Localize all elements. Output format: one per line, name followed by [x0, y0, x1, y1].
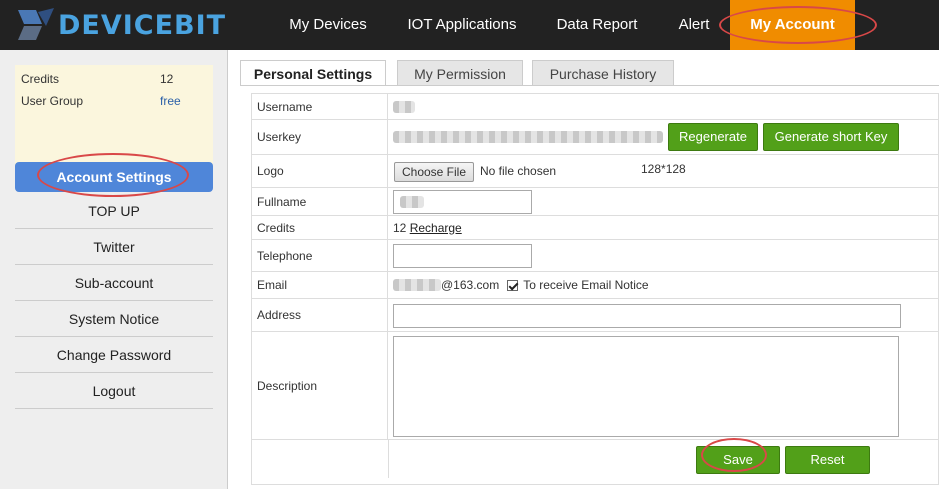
sidebar-item-sub-account[interactable]: Sub-account: [15, 265, 213, 301]
form-actions-row: Save Reset: [252, 440, 939, 478]
email-row: Email @163.com To receive Email Notice: [252, 272, 939, 299]
form-credits-number: 12: [393, 220, 407, 235]
description-row: Description: [252, 332, 939, 440]
tab-purchase-history[interactable]: Purchase History: [532, 60, 674, 86]
generate-short-key-button[interactable]: Generate short Key: [763, 123, 899, 151]
username-value: [393, 94, 415, 119]
logo-icon: [18, 8, 54, 40]
credits-value: 12: [160, 72, 174, 86]
form-credits-label: Credits: [252, 216, 388, 239]
userkey-value: [393, 120, 663, 154]
regenerate-button[interactable]: Regenerate: [668, 123, 758, 151]
userkey-label: Userkey: [252, 120, 388, 154]
fullname-input[interactable]: [393, 190, 532, 214]
annotation-circle-account-settings: [37, 153, 189, 197]
fullname-label: Fullname: [252, 188, 388, 215]
sidebar-item-top-up[interactable]: TOP UP: [15, 193, 213, 229]
user-group-value: free: [160, 94, 181, 108]
annotation-circle-save: [701, 438, 767, 472]
sidebar-item-system-notice[interactable]: System Notice: [15, 301, 213, 337]
nav-data-report[interactable]: Data Report: [546, 0, 648, 50]
email-notice-checkbox[interactable]: [507, 279, 519, 291]
sidebar: Credits 12 User Group free Menu Account …: [0, 50, 228, 489]
telephone-label: Telephone: [252, 240, 388, 271]
logo-label: Logo: [252, 155, 388, 187]
recharge-link[interactable]: Recharge: [410, 221, 462, 235]
credits-label: Credits: [21, 72, 60, 86]
choose-file-button[interactable]: Choose File: [394, 162, 474, 182]
nav-my-devices[interactable]: My Devices: [276, 0, 380, 50]
brand-logo[interactable]: DEVICEBIT: [16, 6, 236, 44]
description-label: Description: [252, 332, 388, 439]
email-label: Email: [252, 272, 388, 298]
username-label: Username: [252, 94, 388, 119]
address-row: Address: [252, 299, 939, 332]
reset-button[interactable]: Reset: [785, 446, 870, 474]
tab-divider: [240, 85, 939, 86]
user-group-label: User Group: [21, 94, 84, 108]
no-file-chosen-text: No file chosen: [480, 164, 557, 178]
telephone-row: Telephone: [252, 240, 939, 272]
userkey-row: Userkey Regenerate Generate short Key: [252, 120, 939, 155]
address-label: Address: [252, 299, 388, 331]
email-value: @163.com: [441, 278, 500, 292]
tab-my-permission[interactable]: My Permission: [397, 60, 523, 86]
sidebar-item-twitter[interactable]: Twitter: [15, 229, 213, 265]
email-value-group: @163.com To receive Email Notice: [393, 272, 649, 298]
personal-settings-form: Username Userkey Regenerate Generate sho…: [251, 93, 939, 485]
email-notice-label: To receive Email Notice: [523, 278, 649, 292]
annotation-circle-my-account: [719, 6, 877, 44]
description-textarea[interactable]: [393, 336, 899, 437]
logo-row: Logo Choose File No file chosen 128*128: [252, 155, 939, 188]
form-credits-value: 12 Recharge: [393, 216, 462, 239]
account-info-box: Credits 12 User Group free: [15, 65, 213, 165]
brand-name: DEVICEBIT: [58, 10, 227, 41]
sidebar-item-logout[interactable]: Logout: [15, 373, 213, 409]
nav-iot-applications[interactable]: IOT Applications: [396, 0, 528, 50]
fullname-row: Fullname: [252, 188, 939, 216]
address-input[interactable]: [393, 304, 901, 328]
main-content: Personal Settings My Permission Purchase…: [229, 50, 939, 489]
telephone-input[interactable]: [393, 244, 532, 268]
username-row: Username: [252, 94, 939, 120]
actions-divider: [388, 440, 389, 478]
credits-row: Credits 12 Recharge: [252, 216, 939, 240]
nav-alert[interactable]: Alert: [667, 0, 721, 50]
sidebar-item-change-password[interactable]: Change Password: [15, 337, 213, 373]
tab-personal-settings[interactable]: Personal Settings: [240, 60, 386, 86]
logo-size-hint: 128*128: [641, 162, 686, 176]
